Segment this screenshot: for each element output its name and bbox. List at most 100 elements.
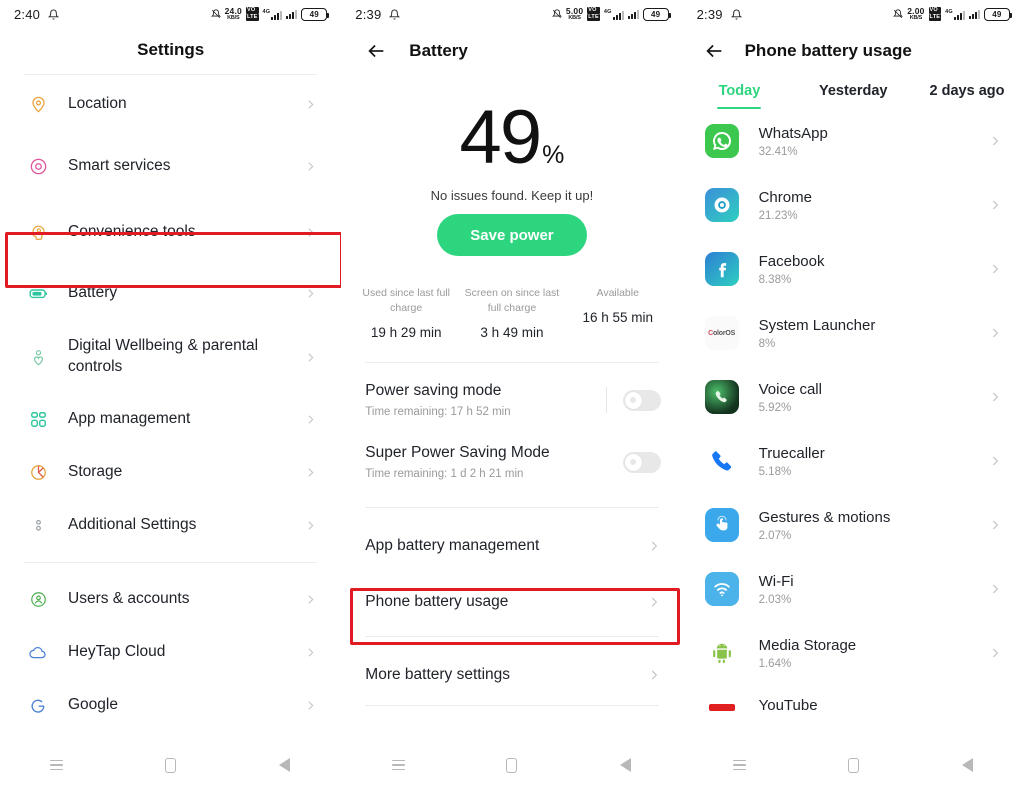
list-item[interactable]: Facebook 8.38% [683,237,1024,301]
silent-mode-icon [551,9,562,19]
youtube-icon [705,699,739,711]
status-time: 2:39 [355,6,382,22]
nav-back-button[interactable] [264,750,304,780]
more-battery-settings-row[interactable]: More battery settings [341,647,682,703]
sidebar-item-battery[interactable]: Battery [0,265,341,321]
nav-recents-button[interactable] [378,750,418,780]
sidebar-item-heytap-cloud[interactable]: HeyTap Cloud [0,626,341,679]
silent-mode-icon [893,9,904,19]
settings-header: Settings [0,28,341,72]
nav-home-button[interactable] [151,750,191,780]
stat-screen-on-since-charge: Screen on since last full charge 3 h 49 … [459,286,565,340]
battery-header: Battery [341,28,682,74]
battery-stats-row: Used since last full charge 19 h 29 min … [353,286,670,340]
sidebar-item-label: Location [68,94,127,112]
battery-percent-number: 49 [459,95,543,180]
chevron-right-icon [304,699,317,712]
smart-services-icon [24,157,52,176]
network-speed-indicator: 2.00 KB/S [907,6,925,21]
sidebar-item-users-accounts[interactable]: Users & accounts [0,573,341,626]
chevron-right-icon [988,454,1002,468]
chevron-right-icon [647,668,661,682]
app-name: Voice call [758,380,822,398]
back-arrow-icon[interactable] [703,40,725,62]
app-percent: 8.38% [758,273,792,286]
power-mode-subtitle: Time remaining: 1 d 2 h 21 min [365,468,524,481]
list-item[interactable]: Gestures & motions 2.07% [683,493,1024,557]
sidebar-item-app-management[interactable]: App management [0,393,341,446]
list-item[interactable]: Truecaller 5.18% [683,429,1024,493]
signal-sim1-icon: 4G [263,9,283,20]
app-percent: 5.18% [758,465,792,478]
nav-home-button[interactable] [833,750,873,780]
tab-yesterday[interactable]: Yesterday [796,82,910,109]
chevron-right-icon [988,262,1002,276]
tab-2-days-ago[interactable]: 2 days ago [910,82,1024,109]
tab-today[interactable]: Today [683,82,797,109]
app-percent: 32.41% [758,145,798,158]
list-item[interactable]: ColorOS System Launcher 8% [683,301,1024,365]
notification-bell-icon [730,9,742,20]
sidebar-item-label: App management [68,410,191,428]
list-item[interactable]: Wi-Fi 2.03% [683,557,1024,621]
battery-screen: 2:39 5.00 KB/S VO LTE 4G 49 Battery 49% … [341,0,683,789]
sidebar-item-digital-wellbeing[interactable]: Digital Wellbeing & parental controls [0,321,341,393]
tab-label: 2 days ago [929,83,1005,99]
phone-battery-usage-row[interactable]: Phone battery usage [341,574,682,630]
app-percent: 2.07% [758,529,792,542]
power-saving-mode-row[interactable]: Power saving mode Time remaining: 17 h 5… [341,369,682,431]
back-arrow-icon[interactable] [365,40,387,62]
sidebar-item-storage[interactable]: Storage [0,446,341,499]
power-saving-mode-toggle[interactable] [622,389,661,411]
app-name: System Launcher [758,316,876,334]
sidebar-item-label: Storage [68,463,123,481]
chevron-right-icon [304,287,317,300]
nav-recents-button[interactable] [719,750,759,780]
status-bar-usage: 2:39 2.00 KB/S VO LTE 4G 49 [683,0,1024,28]
page-title: Settings [137,40,205,59]
sidebar-item-convenience-tools[interactable]: Convenience tools [0,199,341,265]
stat-value: 16 h 55 min [582,310,653,326]
nav-home-button[interactable] [492,750,532,780]
app-name: Gestures & motions [758,508,891,526]
stat-value: 3 h 49 min [480,325,544,341]
list-item[interactable]: WhatsApp 32.41% [683,109,1024,173]
chevron-right-icon [304,593,317,606]
day-tabs: Today Yesterday 2 days ago [683,74,1024,109]
app-percent: 8% [758,337,776,350]
sidebar-item-smart-services[interactable]: Smart services [0,133,341,199]
signal-sim2-icon [968,9,980,19]
sidebar-item-google[interactable]: Google [0,679,341,732]
page-title: Phone battery usage [744,41,912,60]
stats-divider [365,362,659,364]
convenience-tools-icon [24,223,52,242]
list-item[interactable]: Voice call 5.92% [683,365,1024,429]
link-label: Phone battery usage [365,593,509,611]
signal-sim1-icon: 4G [604,9,624,20]
app-management-icon [24,410,52,429]
status-bar-settings: 2:40 24.0 KB/S VO LTE 4G 49 [0,0,341,28]
users-accounts-icon [24,590,52,609]
app-battery-management-row[interactable]: App battery management [341,518,682,574]
list-item[interactable]: Chrome 21.23% [683,173,1024,237]
sidebar-item-location[interactable]: Location [0,75,341,133]
volte-icon: VO LTE [928,6,942,21]
super-power-saving-mode-row[interactable]: Super Power Saving Mode Time remaining: … [341,431,682,493]
wifi-icon [704,572,739,606]
list-item[interactable]: YouTube [683,685,1024,725]
super-power-saving-mode-toggle[interactable] [622,451,661,473]
save-power-button[interactable]: Save power [436,214,587,256]
battery-status-icon: 49 [301,7,330,21]
nav-recents-button[interactable] [37,750,77,780]
list-item[interactable]: Media Storage 1.64% [683,621,1024,685]
sidebar-item-additional-settings[interactable]: Additional Settings [0,499,341,552]
stat-available: Available 16 h 55 min [565,286,671,340]
percent-symbol: % [542,141,565,169]
nav-back-button[interactable] [947,750,987,780]
app-percent: 1.64% [758,657,792,670]
sidebar-item-label: Digital Wellbeing & parental controls [68,337,259,375]
app-name: Wi-Fi [758,572,794,590]
app-name: Chrome [758,188,812,206]
app-percent: 21.23% [758,209,798,222]
nav-back-button[interactable] [606,750,646,780]
